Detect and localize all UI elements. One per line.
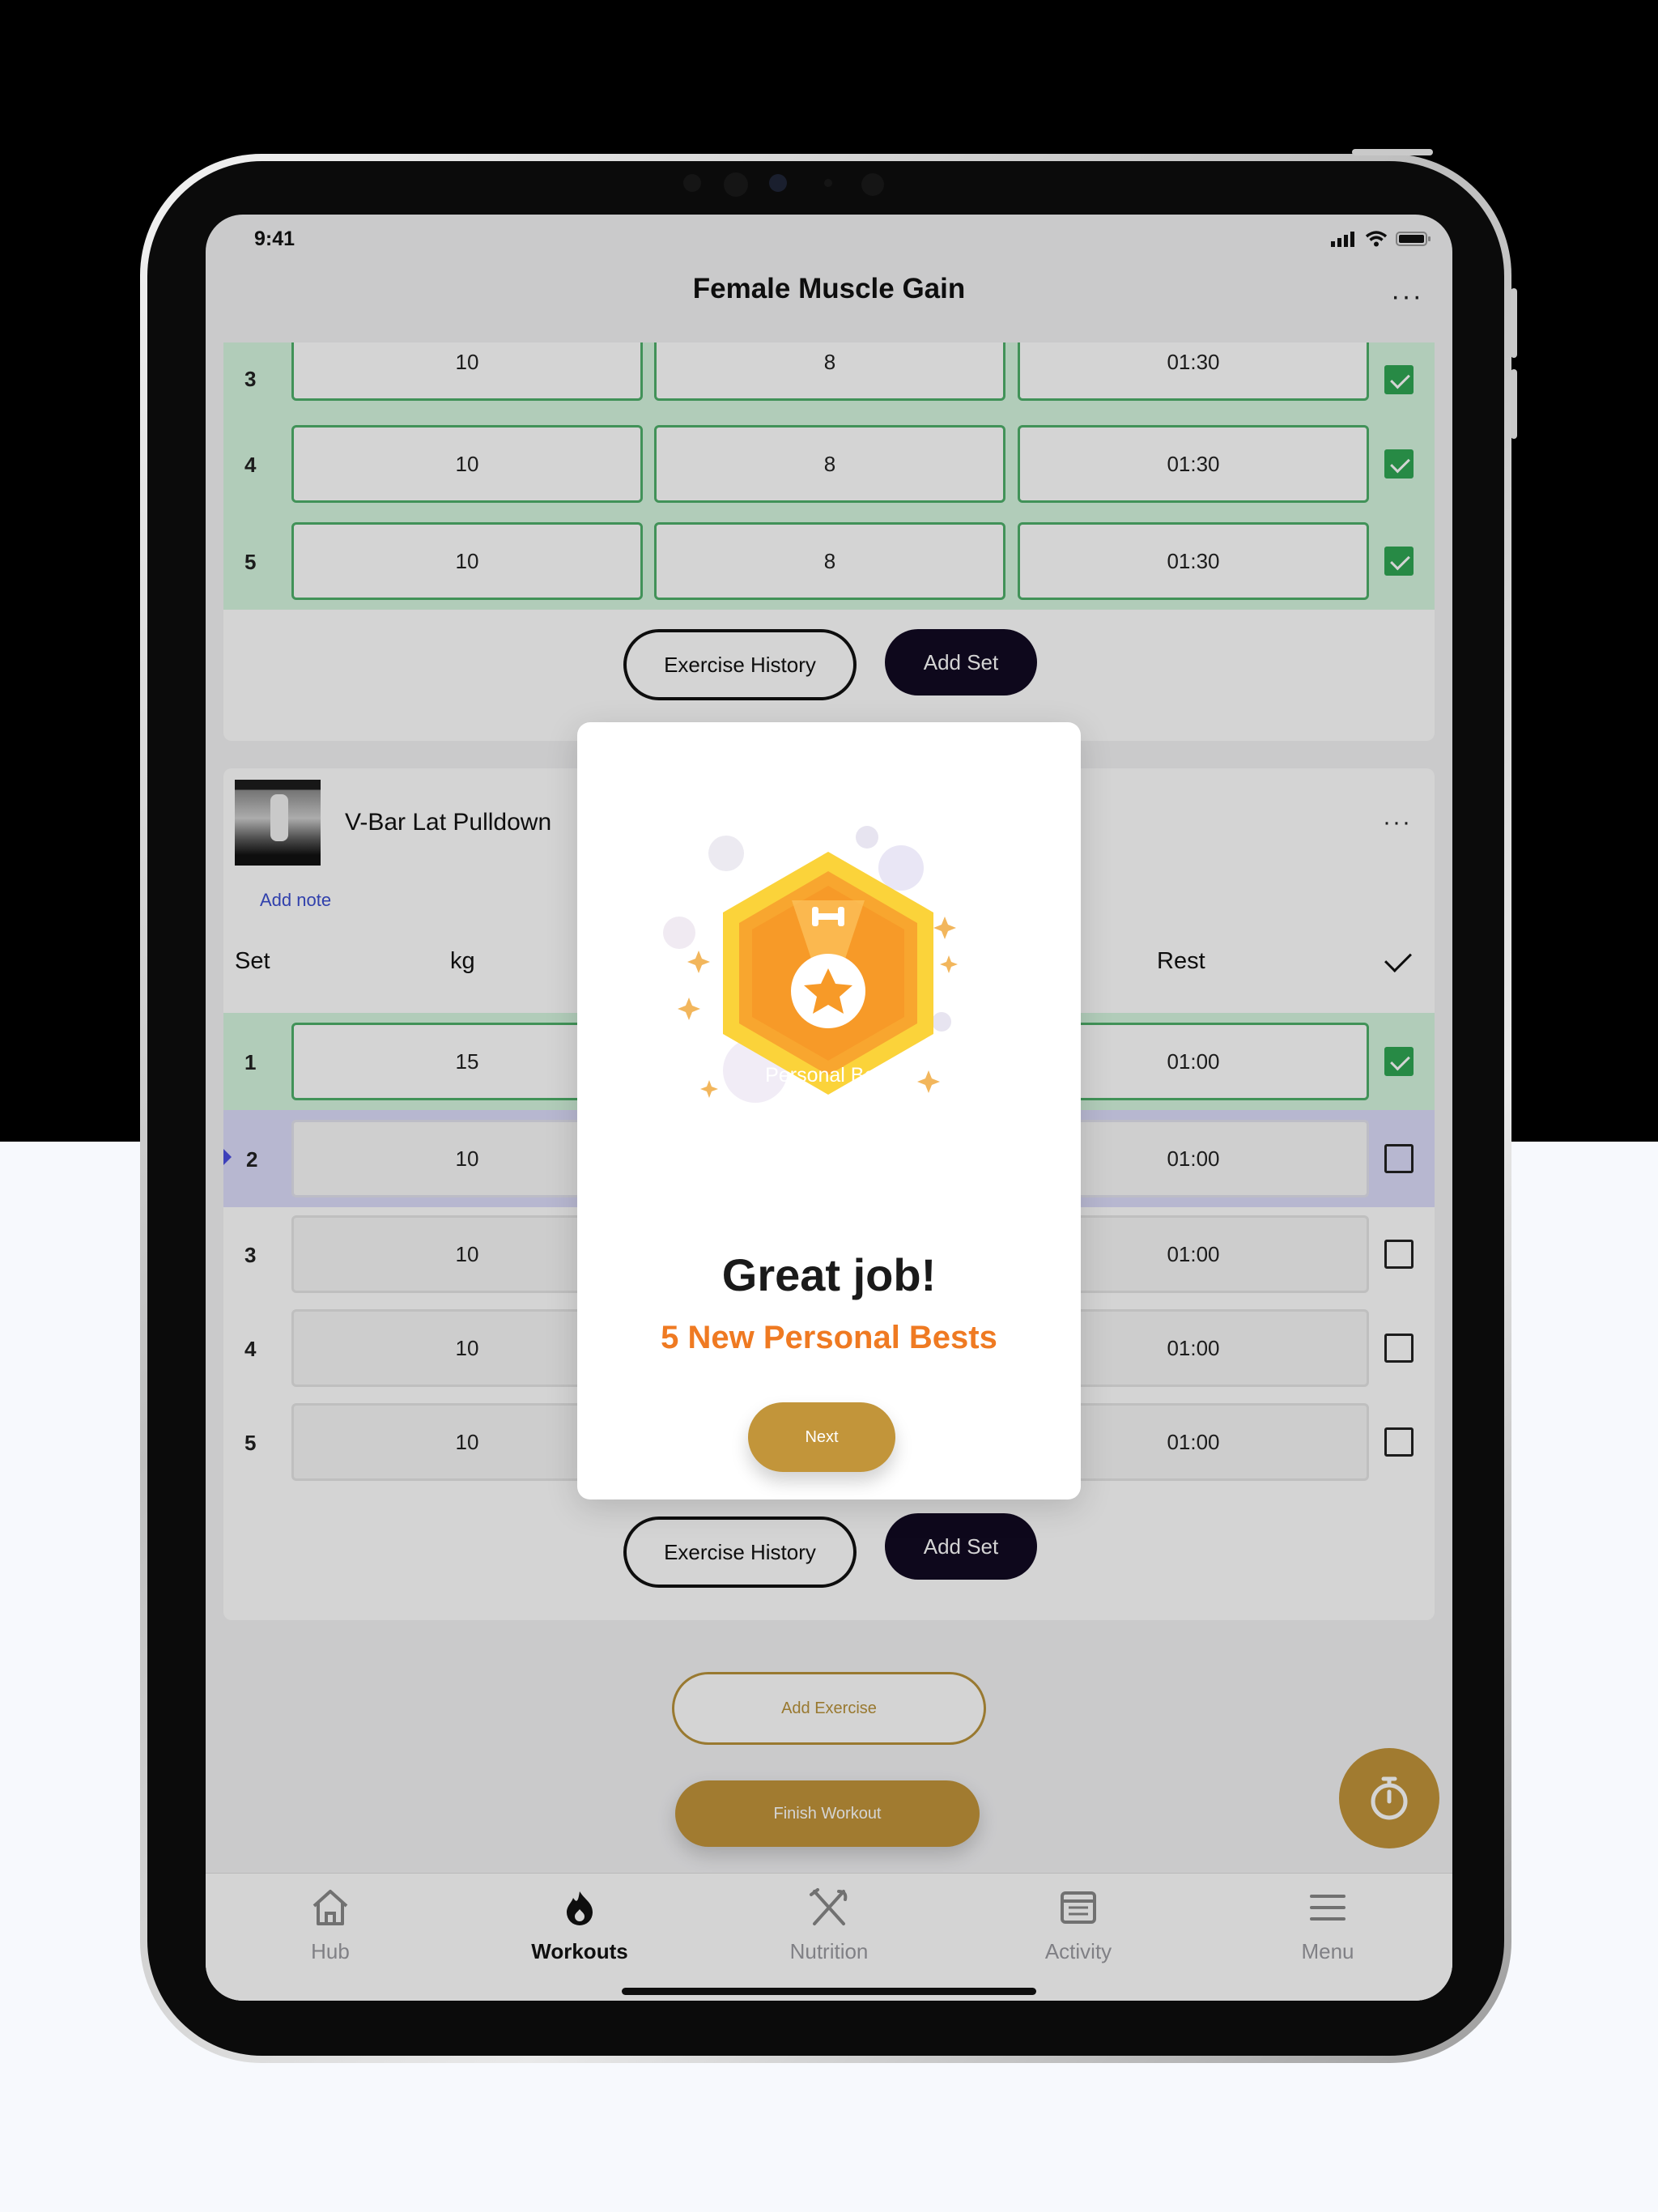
volume-up-button: [1511, 288, 1517, 358]
app-screen: 9:41 Female Muscle Gain ··· 3 10 8 01:30…: [206, 215, 1452, 2001]
personal-best-badge: Personal Best: [658, 811, 998, 1151]
power-button: [1352, 149, 1433, 155]
personal-best-modal: Personal Best Great job! 5 New Personal …: [577, 722, 1081, 1499]
volume-down-button: [1511, 369, 1517, 439]
modal-subtitle: 5 New Personal Bests: [661, 1320, 997, 1355]
camera-array: [0, 172, 1658, 197]
next-button[interactable]: Next: [748, 1402, 895, 1472]
badge-label: Personal Best: [765, 1064, 891, 1087]
modal-title: Great job!: [721, 1249, 937, 1300]
medal-icon: [663, 826, 958, 1103]
